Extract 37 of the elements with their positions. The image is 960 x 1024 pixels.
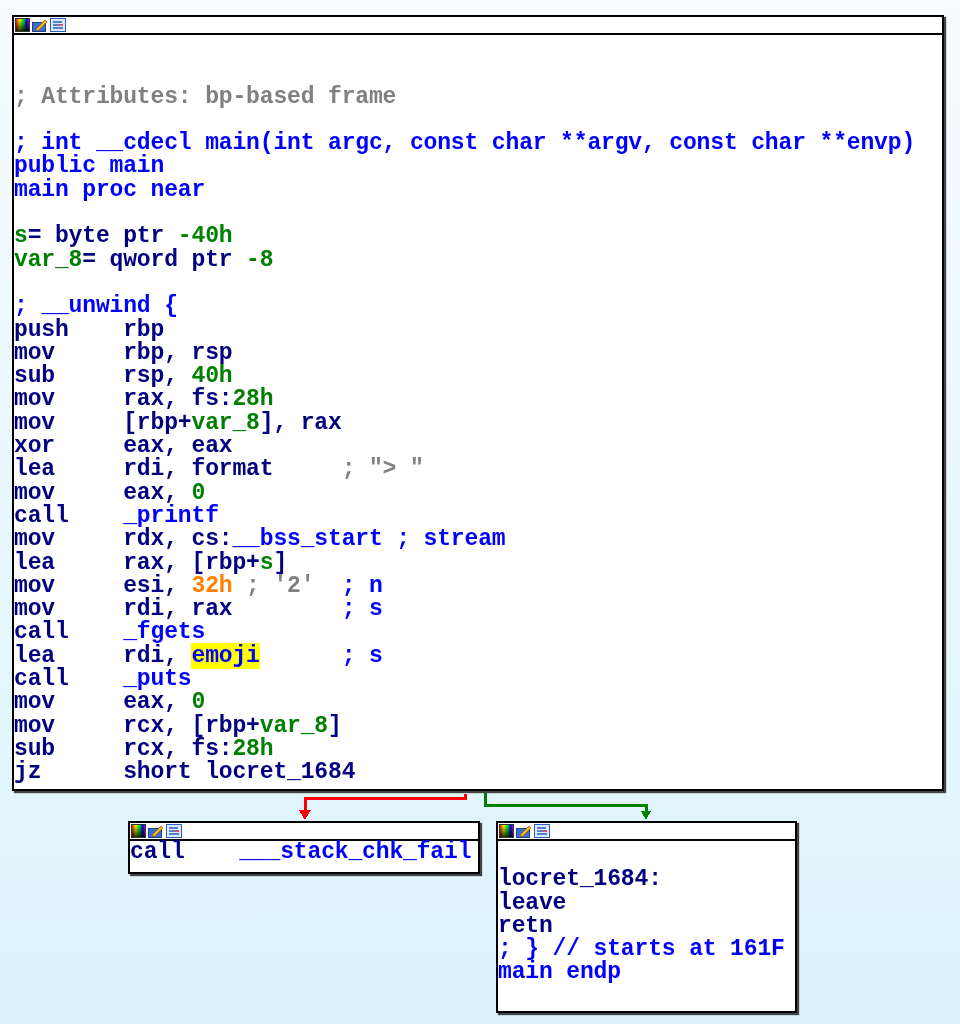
pencil-icon[interactable] — [32, 18, 48, 32]
pencil-icon[interactable] — [148, 824, 164, 838]
code-line: mov rcx, [rbp+var_8] — [14, 714, 342, 738]
code-line: public main — [14, 155, 165, 179]
graph-icon[interactable] — [166, 824, 182, 838]
code-line: lea rdi, emoji ; s — [14, 644, 383, 668]
graph-node[interactable]: call ___stack_chk_fail — [128, 821, 480, 874]
graph-icon[interactable] — [50, 18, 66, 32]
palette-icon[interactable] — [499, 824, 514, 838]
code-line: mov rax, fs:28h — [14, 388, 274, 412]
code-line: mov [rbp+var_8], rax — [14, 411, 342, 436]
code-line: mov eax, 0 — [14, 481, 206, 505]
code-line: leave — [498, 891, 567, 915]
code-line: var_8= qword ptr -8 — [14, 248, 274, 272]
graph-node[interactable]: locret_1684: leave retn ; } // starts at 161F main endp — [496, 821, 797, 1013]
graph-node[interactable] — [12, 15, 944, 791]
code-line: locret_1684: — [498, 868, 662, 892]
graph-icon[interactable] — [534, 824, 550, 838]
code-line: main proc near — [14, 178, 206, 203]
code-line: main endp — [498, 961, 621, 985]
code-line: jz short locret_1684 — [14, 761, 356, 785]
code-line: mov eax, 0 — [14, 691, 206, 715]
code-line: lea rdi, format ; "> " — [14, 458, 424, 482]
code-line: call _fgets — [14, 621, 206, 645]
palette-icon[interactable] — [131, 824, 146, 838]
code-line: mov rdx, cs:__bss_start ; stream — [14, 528, 506, 552]
code-line: call _puts — [14, 668, 192, 692]
palette-icon[interactable] — [15, 18, 30, 32]
code-line: mov esi, 32h ; '2' ; n — [14, 574, 383, 599]
code-line: push rbp — [14, 318, 165, 342]
code-line: call _printf — [14, 504, 219, 529]
code-line: ; __unwind { — [14, 295, 178, 319]
code-line: call ___stack_chk_fail — [130, 841, 472, 865]
code-line: s= byte ptr -40h — [14, 225, 233, 249]
pencil-icon[interactable] — [516, 824, 532, 838]
code-line: ; Attributes: bp-based frame — [14, 85, 397, 109]
code-line: lea rax, [rbp+s] — [14, 551, 288, 575]
